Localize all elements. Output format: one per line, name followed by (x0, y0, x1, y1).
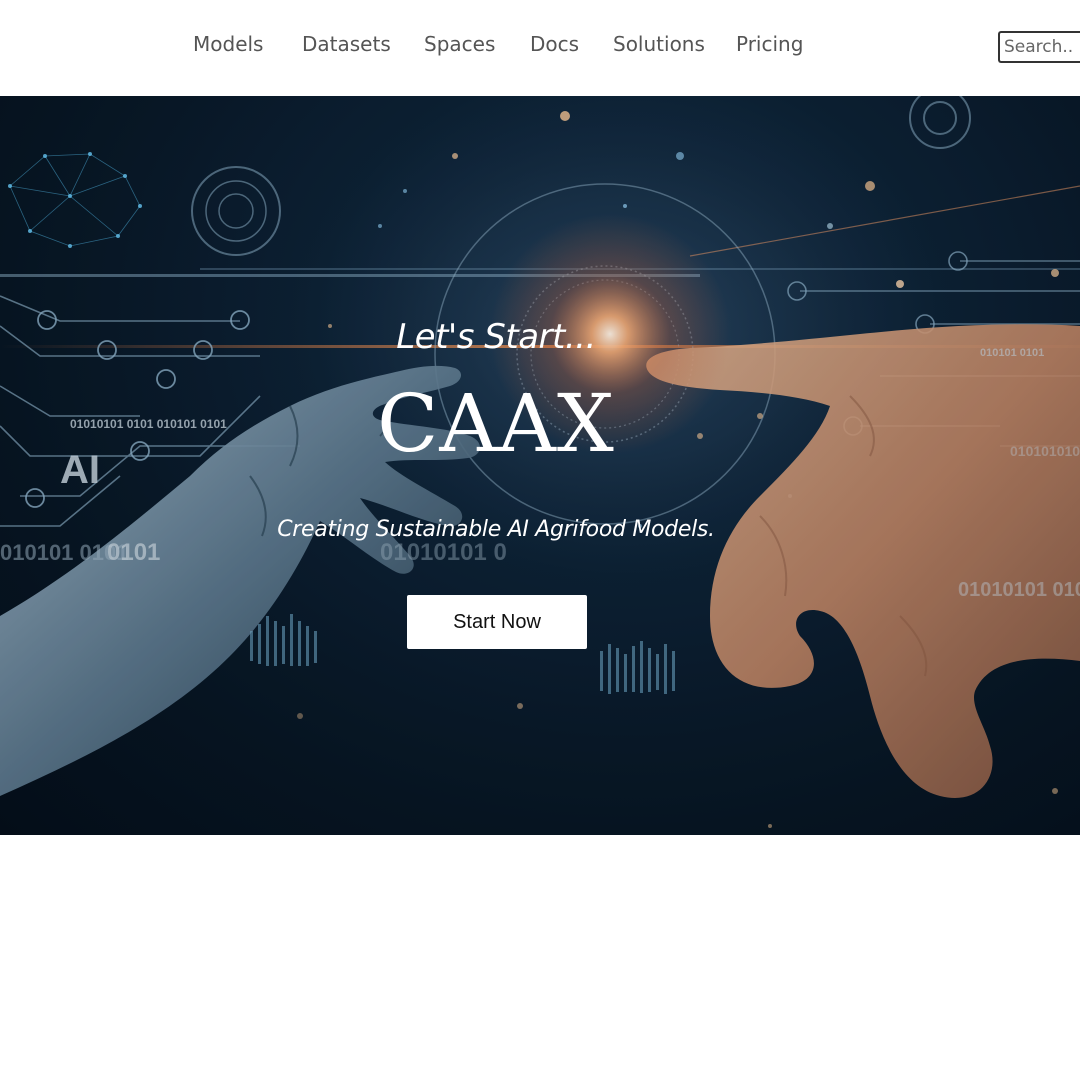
nav-link-pricing[interactable]: Pricing (736, 31, 803, 57)
hero-banner: AI 01010101 0101 010101 0101 010101 0101… (0, 96, 1080, 835)
hero-content: Let's Start... CAAX Creating Sustainable… (0, 96, 1080, 835)
hero-eyebrow: Let's Start... (396, 317, 596, 357)
start-now-button[interactable]: Start Now (407, 595, 587, 649)
hero-subtitle: Creating Sustainable AI Agrifood Models. (277, 517, 715, 542)
content-area (0, 835, 1080, 1080)
nav-link-docs[interactable]: Docs (530, 31, 579, 57)
hero-title: CAAX (377, 377, 615, 470)
main-nav: Models Datasets Spaces Docs Solutions Pr… (0, 0, 1080, 88)
search-input[interactable] (998, 31, 1080, 63)
nav-link-spaces[interactable]: Spaces (424, 31, 495, 57)
nav-link-datasets[interactable]: Datasets (302, 31, 391, 57)
nav-link-solutions[interactable]: Solutions (613, 31, 705, 57)
top-navbar: Models Datasets Spaces Docs Solutions Pr… (0, 0, 1080, 96)
nav-link-models[interactable]: Models (193, 31, 263, 57)
